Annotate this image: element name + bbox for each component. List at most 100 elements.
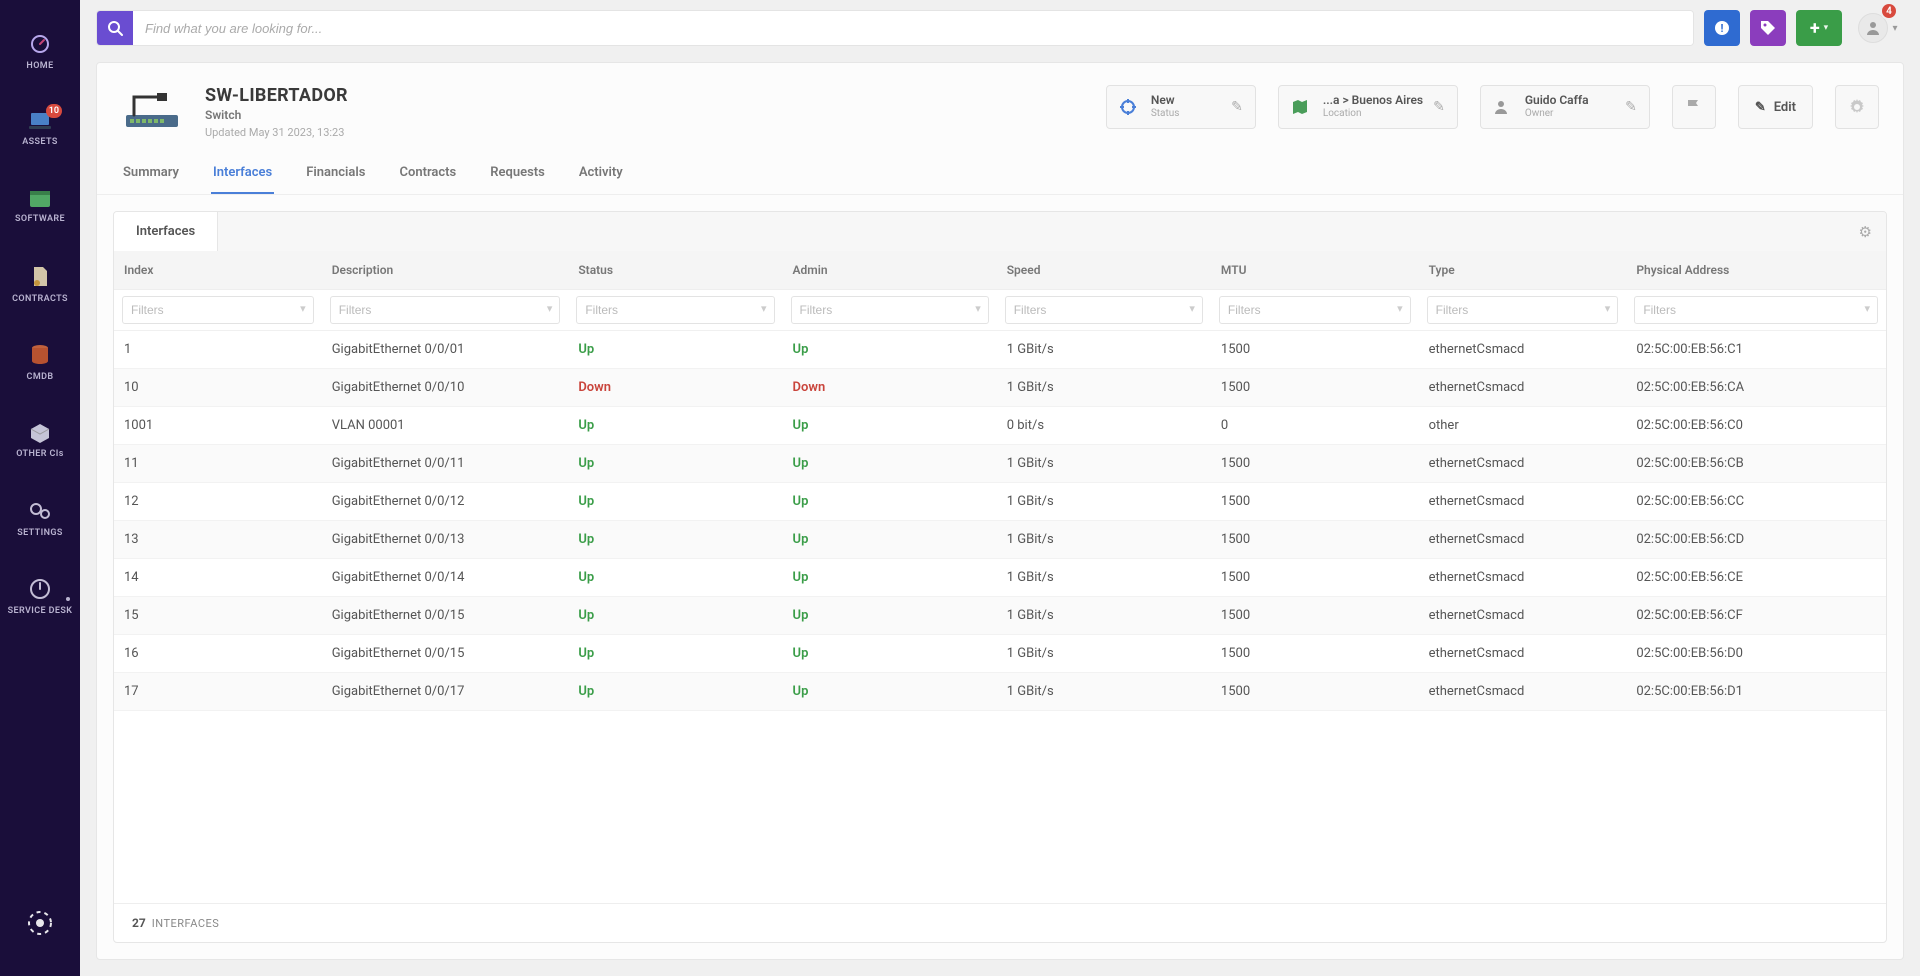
add-button[interactable]: + ▾ [1796,10,1842,46]
col-type[interactable]: Type [1419,251,1627,290]
filter-index[interactable] [122,296,314,324]
panel-body[interactable]: Index Description Status Admin Speed MTU… [114,251,1886,903]
cell-mtu: 1500 [1211,483,1419,521]
cell-status: Up [568,445,782,483]
database-icon [30,344,50,366]
filter-description[interactable] [330,296,561,324]
sidebar-item-other-cis[interactable]: OTHER CIs [0,402,80,480]
tab-requests[interactable]: Requests [488,157,547,194]
sidebar-item-label: HOME [26,61,53,71]
cell-physical-address: 02:5C:00:EB:56:D1 [1626,673,1886,711]
interfaces-panel: Interfaces ⚙ Index Description Status Ad… [113,211,1887,943]
sidebar-item-contracts[interactable]: CONTRACTS [0,246,80,324]
tag-button[interactable] [1750,10,1786,46]
col-description[interactable]: Description [322,251,569,290]
sidebar-item-label: CMDB [27,372,54,382]
table-row[interactable]: 14GigabitEthernet 0/0/14UpUp1 GBit/s1500… [114,559,1886,597]
edit-button[interactable]: ✎ Edit [1738,85,1813,129]
sidebar-item-home[interactable]: HOME [0,12,80,90]
tag-icon [1760,20,1776,36]
table-row[interactable]: 1GigabitEthernet 0/0/01UpUp1 GBit/s1500e… [114,331,1886,369]
table-row[interactable]: 12GigabitEthernet 0/0/12UpUp1 GBit/s1500… [114,483,1886,521]
sidebar-item-software[interactable]: SOFTWARE [0,168,80,246]
cell-speed: 1 GBit/s [997,597,1211,635]
topbar: ! + ▾ 4 ▾ [80,0,1920,56]
gear-icon: ⚙ [1859,223,1872,241]
window-icon [29,190,51,208]
cell-mtu: 1500 [1211,559,1419,597]
filter-admin[interactable] [791,296,989,324]
table-header-row: Index Description Status Admin Speed MTU… [114,251,1886,290]
interfaces-table: Index Description Status Admin Speed MTU… [114,251,1886,711]
panel-title: Interfaces [114,212,218,252]
sidebar-item-service-desk[interactable]: SERVICE DESK [0,558,80,636]
filter-mtu[interactable] [1219,296,1411,324]
table-row[interactable]: 13GigabitEthernet 0/0/13UpUp1 GBit/s1500… [114,521,1886,559]
col-status[interactable]: Status [568,251,782,290]
cell-index: 11 [114,445,322,483]
search-input[interactable] [133,11,1693,45]
cell-mtu: 1500 [1211,635,1419,673]
sidebar-item-label: SERVICE DESK [8,606,73,616]
info-button[interactable]: ! [1704,10,1740,46]
user-menu[interactable]: 4 ▾ [1852,8,1904,48]
table-row[interactable]: 10GigabitEthernet 0/0/10DownDown1 GBit/s… [114,369,1886,407]
sidebar-item-brand[interactable] [0,896,80,956]
filter-type[interactable] [1427,296,1619,324]
sidebar-item-cmdb[interactable]: CMDB [0,324,80,402]
cell-index: 1 [114,331,322,369]
flag-icon [1685,98,1703,116]
cell-speed: 1 GBit/s [997,559,1211,597]
cell-description: GigabitEthernet 0/0/14 [322,559,569,597]
table-row[interactable]: 11GigabitEthernet 0/0/11UpUp1 GBit/s1500… [114,445,1886,483]
tab-financials[interactable]: Financials [304,157,367,194]
col-index[interactable]: Index [114,251,322,290]
cell-admin: Up [783,407,997,445]
gears-icon [28,500,52,522]
settings-button[interactable] [1835,85,1879,129]
cell-physical-address: 02:5C:00:EB:56:C0 [1626,407,1886,445]
edit-icon[interactable]: ✎ [1625,99,1637,115]
user-icon [1493,99,1515,115]
cell-status: Up [568,597,782,635]
flag-button[interactable] [1672,85,1716,129]
owner-card[interactable]: Guido Caffa Owner ✎ [1480,85,1650,129]
tab-summary[interactable]: Summary [121,157,181,194]
owner-title: Guido Caffa [1525,94,1615,108]
table-row[interactable]: 16GigabitEthernet 0/0/15UpUp1 GBit/s1500… [114,635,1886,673]
col-speed[interactable]: Speed [997,251,1211,290]
owner-sub: Owner [1525,108,1615,120]
location-card[interactable]: ...a > Buenos Aires Location ✎ [1278,85,1458,129]
cell-mtu: 1500 [1211,597,1419,635]
tab-interfaces[interactable]: Interfaces [211,157,274,194]
table-row[interactable]: 1001VLAN 00001UpUp0 bit/s0other02:5C:00:… [114,407,1886,445]
col-physical-address[interactable]: Physical Address [1626,251,1886,290]
table-row[interactable]: 15GigabitEthernet 0/0/15UpUp1 GBit/s1500… [114,597,1886,635]
cell-admin: Up [783,597,997,635]
sidebar-item-assets[interactable]: 10 ASSETS [0,90,80,168]
tab-contracts[interactable]: Contracts [397,157,458,194]
filter-speed[interactable] [1005,296,1203,324]
cell-description: GigabitEthernet 0/0/15 [322,597,569,635]
asset-type: Switch [205,108,348,122]
cell-type: ethernetCsmacd [1419,445,1627,483]
edit-icon[interactable]: ✎ [1433,99,1445,115]
sidebar-item-label: CONTRACTS [12,294,68,304]
cell-admin: Down [783,369,997,407]
cell-mtu: 1500 [1211,521,1419,559]
tab-activity[interactable]: Activity [577,157,625,194]
edit-icon[interactable]: ✎ [1231,99,1243,115]
crosshair-icon [1119,98,1141,116]
status-card[interactable]: New Status ✎ [1106,85,1256,129]
gear-icon [1849,99,1865,115]
table-row[interactable]: 17GigabitEthernet 0/0/17UpUp1 GBit/s1500… [114,673,1886,711]
panel-settings-button[interactable]: ⚙ [1845,223,1886,241]
col-mtu[interactable]: MTU [1211,251,1419,290]
map-icon [1291,98,1313,116]
search-button[interactable] [97,11,133,45]
filter-physical-address[interactable] [1634,296,1878,324]
col-admin[interactable]: Admin [783,251,997,290]
sidebar-item-settings[interactable]: SETTINGS [0,480,80,558]
filter-status[interactable] [576,296,774,324]
cell-status: Up [568,673,782,711]
